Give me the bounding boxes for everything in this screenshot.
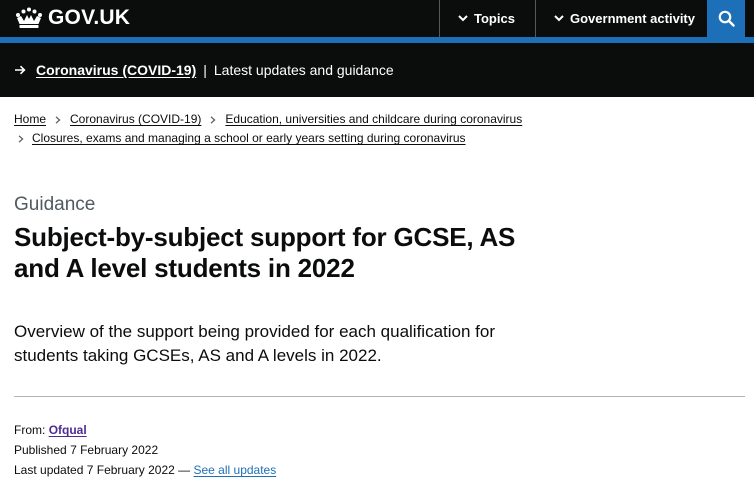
updated-label: Last updated (14, 463, 84, 477)
breadcrumb-education[interactable]: Education, universities and childcare du… (225, 110, 522, 129)
updated-dash: — (178, 463, 191, 477)
published-date: 7 February 2022 (70, 443, 159, 457)
chevron-down-icon (458, 15, 468, 22)
chevron-right-icon (55, 115, 61, 124)
crown-icon (16, 7, 42, 28)
page-caption: Guidance (14, 194, 96, 215)
covid-link[interactable]: Coronavirus (COVID-19) (36, 62, 196, 78)
see-all-updates-link[interactable]: See all updates (194, 463, 277, 477)
topics-menu-button[interactable]: Topics (439, 0, 535, 37)
site-header: GOV.UK Topics Government activity (0, 0, 754, 37)
covid-description: Latest updates and guidance (213, 62, 394, 78)
chevron-right-icon (210, 115, 216, 124)
section-divider (14, 396, 745, 397)
updated-date: 7 February 2022 (86, 463, 175, 477)
covid-banner: Coronavirus (COVID-19) | Latest updates … (0, 43, 754, 97)
government-activity-label: Government activity (570, 11, 695, 26)
topics-label: Topics (474, 11, 515, 26)
govuk-logo-link[interactable]: GOV.UK (14, 6, 130, 30)
metadata: From: Ofqual Published 7 February 2022 L… (14, 420, 276, 480)
breadcrumb-home[interactable]: Home (14, 110, 46, 129)
breadcrumb-coronavirus[interactable]: Coronavirus (COVID-19) (70, 110, 201, 129)
breadcrumb: Home Coronavirus (COVID-19) Education, u… (14, 110, 734, 148)
updated-line: Last updated 7 February 2022 — See all u… (14, 460, 276, 480)
published-line: Published 7 February 2022 (14, 440, 276, 460)
chevron-down-icon (554, 15, 564, 22)
covid-separator: | (203, 62, 207, 78)
page-title: Subject-by-subject support for GCSE, AS … (14, 222, 516, 283)
breadcrumb-row: Home Coronavirus (COVID-19) Education, u… (14, 110, 734, 129)
government-activity-menu-button[interactable]: Government activity (535, 0, 707, 37)
from-label: From: (14, 423, 46, 437)
published-label: Published (14, 443, 67, 457)
breadcrumb-row: Closures, exams and managing a school or… (14, 129, 734, 148)
from-line: From: Ofqual (14, 420, 276, 440)
page-lede: Overview of the support being provided f… (14, 322, 495, 365)
search-button[interactable] (707, 0, 745, 37)
search-icon (718, 10, 735, 27)
arrow-right-icon (15, 65, 26, 75)
logo-text: GOV.UK (48, 6, 131, 29)
org-link-ofqual[interactable]: Ofqual (49, 423, 87, 437)
chevron-right-icon (18, 134, 24, 143)
breadcrumb-closures[interactable]: Closures, exams and managing a school or… (32, 129, 466, 148)
